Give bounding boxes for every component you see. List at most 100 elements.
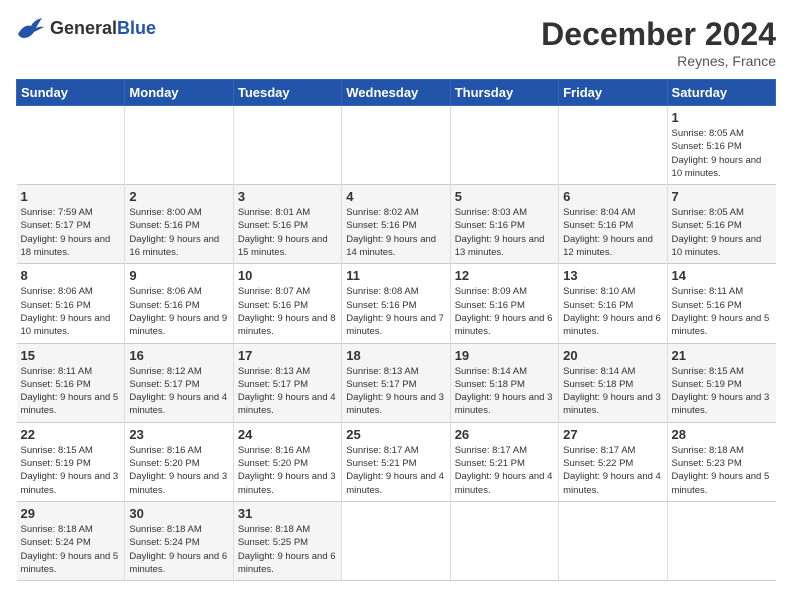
day-number: 12 bbox=[455, 268, 554, 283]
logo-icon bbox=[16, 16, 46, 40]
table-cell: 24 Sunrise: 8:16 AMSunset: 5:20 PMDayligh… bbox=[233, 422, 341, 501]
day-info: Sunrise: 8:16 AMSunset: 5:20 PMDaylight:… bbox=[129, 445, 227, 496]
day-number: 30 bbox=[129, 506, 228, 521]
day-number: 3 bbox=[238, 189, 337, 204]
day-number: 7 bbox=[672, 189, 772, 204]
table-cell: 2Sunrise: 8:00 AMSunset: 5:16 PMDaylight… bbox=[125, 185, 233, 264]
table-cell: 17Sunrise: 8:13 AMSunset: 5:17 PMDayligh… bbox=[233, 343, 341, 422]
day-number: 24 bbox=[238, 427, 337, 442]
calendar-row: 22 Sunrise: 8:15 AMSunset: 5:19 PMDayligh… bbox=[17, 422, 776, 501]
table-cell bbox=[233, 106, 341, 185]
table-cell: 31Sunrise: 8:18 AMSunset: 5:25 PMDayligh… bbox=[233, 501, 341, 580]
day-number: 18 bbox=[346, 348, 445, 363]
day-info: Sunrise: 8:00 AMSunset: 5:16 PMDaylight:… bbox=[129, 207, 219, 258]
day-info: Sunrise: 8:14 AMSunset: 5:18 PMDaylight:… bbox=[455, 366, 553, 417]
month-title: December 2024 bbox=[541, 16, 776, 53]
table-cell: 8 Sunrise: 8:06 AMSunset: 5:16 PMDaylight… bbox=[17, 264, 125, 343]
day-number: 28 bbox=[672, 427, 772, 442]
table-cell: 15Sunrise: 8:11 AMSunset: 5:16 PMDayligh… bbox=[17, 343, 125, 422]
day-info: Sunrise: 8:05 AMSunset: 5:16 PMDaylight:… bbox=[672, 207, 762, 258]
day-info: Sunrise: 8:06 AMSunset: 5:16 PMDaylight:… bbox=[129, 286, 227, 337]
table-cell bbox=[667, 501, 775, 580]
title-block: December 2024 Reynes, France bbox=[541, 16, 776, 69]
day-info: Sunrise: 8:15 AMSunset: 5:19 PMDaylight:… bbox=[672, 366, 770, 417]
table-cell: 16 Sunrise: 8:12 AMSunset: 5:17 PMDayligh… bbox=[125, 343, 233, 422]
day-number: 13 bbox=[563, 268, 662, 283]
table-cell: 23 Sunrise: 8:16 AMSunset: 5:20 PMDayligh… bbox=[125, 422, 233, 501]
table-cell: 6Sunrise: 8:04 AMSunset: 5:16 PMDaylight… bbox=[559, 185, 667, 264]
logo-general: General bbox=[50, 18, 117, 38]
table-cell bbox=[450, 106, 558, 185]
calendar-row: 1Sunrise: 8:05 AMSunset: 5:16 PMDaylight… bbox=[17, 106, 776, 185]
logo-blue: Blue bbox=[117, 18, 156, 38]
table-cell: 19 Sunrise: 8:14 AMSunset: 5:18 PMDayligh… bbox=[450, 343, 558, 422]
day-number: 1 bbox=[672, 110, 772, 125]
calendar-row: 15Sunrise: 8:11 AMSunset: 5:16 PMDayligh… bbox=[17, 343, 776, 422]
day-info: Sunrise: 7:59 AMSunset: 5:17 PMDaylight:… bbox=[21, 207, 111, 258]
col-friday: Friday bbox=[559, 80, 667, 106]
table-cell: 14 Sunrise: 8:11 AMSunset: 5:16 PMDayligh… bbox=[667, 264, 775, 343]
table-cell bbox=[342, 106, 450, 185]
table-cell: 20 Sunrise: 8:14 AMSunset: 5:18 PMDayligh… bbox=[559, 343, 667, 422]
col-thursday: Thursday bbox=[450, 80, 558, 106]
day-info: Sunrise: 8:18 AMSunset: 5:24 PMDaylight:… bbox=[129, 524, 227, 575]
table-cell: 5 Sunrise: 8:03 AMSunset: 5:16 PMDaylight… bbox=[450, 185, 558, 264]
day-number: 19 bbox=[455, 348, 554, 363]
day-number: 17 bbox=[238, 348, 337, 363]
col-saturday: Saturday bbox=[667, 80, 775, 106]
day-number: 23 bbox=[129, 427, 228, 442]
day-number: 29 bbox=[21, 506, 121, 521]
day-number: 6 bbox=[563, 189, 662, 204]
logo: GeneralBlue bbox=[16, 16, 156, 40]
day-number: 26 bbox=[455, 427, 554, 442]
table-cell: 10Sunrise: 8:07 AMSunset: 5:16 PMDayligh… bbox=[233, 264, 341, 343]
day-info: Sunrise: 8:06 AMSunset: 5:16 PMDaylight:… bbox=[21, 286, 111, 337]
day-info: Sunrise: 8:17 AMSunset: 5:22 PMDaylight:… bbox=[563, 445, 661, 496]
table-cell: 30 Sunrise: 8:18 AMSunset: 5:24 PMDayligh… bbox=[125, 501, 233, 580]
logo-text: GeneralBlue bbox=[50, 18, 156, 39]
table-cell: 26Sunrise: 8:17 AMSunset: 5:21 PMDayligh… bbox=[450, 422, 558, 501]
location: Reynes, France bbox=[541, 53, 776, 69]
table-cell: 7 Sunrise: 8:05 AMSunset: 5:16 PMDaylight… bbox=[667, 185, 775, 264]
day-info: Sunrise: 8:12 AMSunset: 5:17 PMDaylight:… bbox=[129, 366, 227, 417]
day-number: 5 bbox=[455, 189, 554, 204]
col-monday: Monday bbox=[125, 80, 233, 106]
page-header: GeneralBlue December 2024 Reynes, France bbox=[16, 16, 776, 69]
table-cell: 18 Sunrise: 8:13 AMSunset: 5:17 PMDayligh… bbox=[342, 343, 450, 422]
day-info: Sunrise: 8:13 AMSunset: 5:17 PMDaylight:… bbox=[346, 366, 444, 417]
day-number: 31 bbox=[238, 506, 337, 521]
day-info: Sunrise: 8:03 AMSunset: 5:16 PMDaylight:… bbox=[455, 207, 545, 258]
day-number: 8 bbox=[21, 268, 121, 283]
day-info: Sunrise: 8:14 AMSunset: 5:18 PMDaylight:… bbox=[563, 366, 661, 417]
day-number: 27 bbox=[563, 427, 662, 442]
calendar-row: 8 Sunrise: 8:06 AMSunset: 5:16 PMDaylight… bbox=[17, 264, 776, 343]
table-cell: 25Sunrise: 8:17 AMSunset: 5:21 PMDayligh… bbox=[342, 422, 450, 501]
table-cell bbox=[342, 501, 450, 580]
day-number: 10 bbox=[238, 268, 337, 283]
day-info: Sunrise: 8:11 AMSunset: 5:16 PMDaylight:… bbox=[672, 286, 770, 337]
day-number: 20 bbox=[563, 348, 662, 363]
day-number: 11 bbox=[346, 268, 445, 283]
table-cell: 11Sunrise: 8:08 AMSunset: 5:16 PMDayligh… bbox=[342, 264, 450, 343]
table-cell: 21 Sunrise: 8:15 AMSunset: 5:19 PMDayligh… bbox=[667, 343, 775, 422]
page-container: GeneralBlue December 2024 Reynes, France… bbox=[0, 0, 792, 591]
day-number: 22 bbox=[21, 427, 121, 442]
day-number: 21 bbox=[672, 348, 772, 363]
day-number: 14 bbox=[672, 268, 772, 283]
day-number: 1 bbox=[21, 189, 121, 204]
table-cell bbox=[125, 106, 233, 185]
day-number: 25 bbox=[346, 427, 445, 442]
day-number: 9 bbox=[129, 268, 228, 283]
table-cell: 1Sunrise: 8:05 AMSunset: 5:16 PMDaylight… bbox=[667, 106, 775, 185]
day-info: Sunrise: 8:16 AMSunset: 5:20 PMDaylight:… bbox=[238, 445, 336, 496]
day-number: 15 bbox=[21, 348, 121, 363]
day-number: 16 bbox=[129, 348, 228, 363]
col-wednesday: Wednesday bbox=[342, 80, 450, 106]
day-info: Sunrise: 8:02 AMSunset: 5:16 PMDaylight:… bbox=[346, 207, 436, 258]
table-cell: 29Sunrise: 8:18 AMSunset: 5:24 PMDayligh… bbox=[17, 501, 125, 580]
table-cell: 3 Sunrise: 8:01 AMSunset: 5:16 PMDaylight… bbox=[233, 185, 341, 264]
calendar-table: Sunday Monday Tuesday Wednesday Thursday… bbox=[16, 79, 776, 581]
day-info: Sunrise: 8:18 AMSunset: 5:23 PMDaylight:… bbox=[672, 445, 770, 496]
day-info: Sunrise: 8:15 AMSunset: 5:19 PMDaylight:… bbox=[21, 445, 119, 496]
day-info: Sunrise: 8:01 AMSunset: 5:16 PMDaylight:… bbox=[238, 207, 328, 258]
